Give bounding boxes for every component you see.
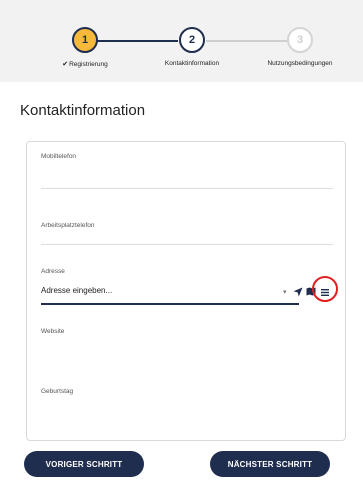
step-2-circle[interactable]: 2 [179,27,205,53]
address-input[interactable]: Adresse eingeben... [41,286,299,300]
dropdown-caret-icon[interactable]: ▾ [283,288,287,296]
work-phone-label: Arbeitsplatztelefon [41,222,95,229]
address-label: Adresse [41,268,65,275]
address-input-underline [41,303,299,305]
step-3-label: Nutzungsbedingungen [267,60,333,67]
step-connector-1 [92,40,178,42]
website-label: Website [41,328,65,335]
birthday-label: Geburtstag [41,388,74,395]
step-3-circle: 3 [287,27,313,53]
step-1-circle[interactable]: 1 [72,27,98,53]
progress-stepper: 1 2 3 ✔Registrierung Kontaktinformation … [0,0,363,82]
step-1-label: ✔Registrierung [52,60,118,68]
check-icon: ✔ [62,61,69,68]
step-2-label: Kontaktinformation [164,60,220,67]
contact-form-card: Mobiltelefon Arbeitsplatztelefon Adresse… [26,141,346,441]
page-title: Kontaktinformation [20,102,146,119]
highlight-circle [312,276,338,302]
mobile-phone-label: Mobiltelefon [41,153,77,160]
step-1-label-text: Registrierung [69,61,108,68]
previous-step-button[interactable]: VORIGER SCHRITT [24,451,144,477]
work-phone-input[interactable] [41,244,333,245]
locate-arrow-icon[interactable] [293,287,303,297]
step-connector-2 [206,40,290,42]
mobile-phone-input[interactable] [41,188,333,189]
next-step-button[interactable]: NÄCHSTER SCHRITT [210,451,330,477]
